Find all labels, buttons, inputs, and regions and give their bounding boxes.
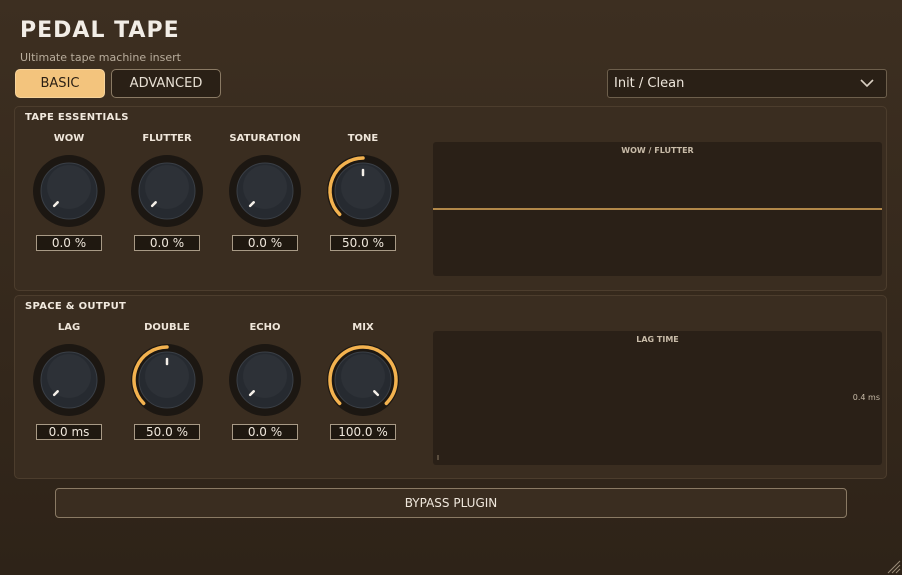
flutter-control: FLUTTER 0.0 % — [127, 133, 207, 251]
saturation-value[interactable]: 0.0 % — [232, 235, 298, 251]
mix-control: MIX 100.0 % — [323, 322, 403, 440]
flutter-knob[interactable] — [129, 153, 205, 229]
space-output-panel: SPACE & OUTPUT LAG 0.0 ms DOUBLE 50.0 % … — [14, 295, 887, 479]
saturation-control: SATURATION 0.0 % — [225, 133, 305, 251]
knob-label: TONE — [347, 133, 379, 144]
bypass-button[interactable]: BYPASS PLUGIN — [55, 488, 847, 518]
lag-knob[interactable] — [31, 342, 107, 418]
wow-knob[interactable] — [31, 153, 107, 229]
tape-essentials-panel: TAPE ESSENTIALS WOW 0.0 % FLUTTER 0.0 % … — [14, 106, 887, 291]
knob-label: LAG — [57, 322, 81, 333]
wow-flutter-display: WOW / FLUTTER — [433, 142, 882, 276]
display-title: LAG TIME — [636, 335, 679, 344]
wow-control: WOW 0.0 % — [29, 133, 109, 251]
double-knob[interactable] — [129, 342, 205, 418]
chevron-down-icon — [860, 79, 874, 88]
flutter-value[interactable]: 0.0 % — [134, 235, 200, 251]
lag-value[interactable]: 0.0 ms — [36, 424, 102, 440]
tone-knob[interactable] — [325, 153, 401, 229]
wow-flutter-waveform — [433, 208, 882, 210]
knob-label: SATURATION — [229, 133, 301, 144]
echo-knob[interactable] — [227, 342, 303, 418]
double-value[interactable]: 50.0 % — [134, 424, 200, 440]
plugin-subtitle: Ultimate tape machine insert — [20, 51, 181, 64]
preset-dropdown[interactable]: Init / Clean — [607, 69, 887, 98]
knob-label: DOUBLE — [144, 322, 190, 333]
mix-value[interactable]: 100.0 % — [330, 424, 396, 440]
lag-time-readout: 0.4 ms — [852, 393, 880, 402]
echo-value[interactable]: 0.0 % — [232, 424, 298, 440]
knob-label: MIX — [352, 322, 374, 333]
wow-value[interactable]: 0.0 % — [36, 235, 102, 251]
tab-advanced[interactable]: ADVANCED — [111, 69, 221, 98]
knob-label: FLUTTER — [142, 133, 192, 144]
lag-time-display: LAG TIME 0.4 ms — [433, 331, 882, 465]
section-title: SPACE & OUTPUT — [25, 301, 127, 312]
tone-value[interactable]: 50.0 % — [330, 235, 396, 251]
tab-basic[interactable]: BASIC — [15, 69, 105, 98]
echo-control: ECHO 0.0 % — [225, 322, 305, 440]
knob-label: ECHO — [249, 322, 281, 333]
knob-label: WOW — [53, 133, 85, 144]
saturation-knob[interactable] — [227, 153, 303, 229]
preset-selected-value: Init / Clean — [614, 76, 685, 91]
mix-knob[interactable] — [325, 342, 401, 418]
double-control: DOUBLE 50.0 % — [127, 322, 207, 440]
lag-control: LAG 0.0 ms — [29, 322, 109, 440]
resize-handle-icon[interactable] — [885, 558, 901, 574]
plugin-title: PEDAL TAPE — [20, 18, 180, 43]
tone-control: TONE 50.0 % — [323, 133, 403, 251]
lag-time-marker — [437, 455, 439, 460]
section-title: TAPE ESSENTIALS — [25, 112, 129, 123]
